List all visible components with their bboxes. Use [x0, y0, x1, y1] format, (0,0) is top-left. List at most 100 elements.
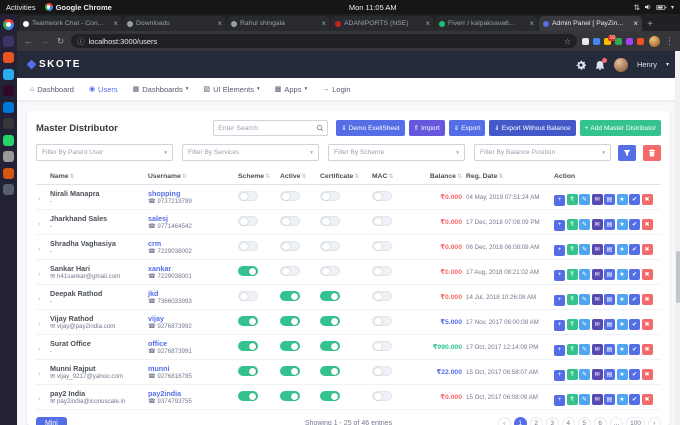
message-action-button[interactable]: ✉ [591, 194, 603, 205]
report-action-button[interactable]: ▤ [604, 194, 615, 205]
notifications-button[interactable] [595, 57, 607, 70]
balance-action-button[interactable]: ₹ [566, 269, 578, 280]
column-header-certificate[interactable]: Certificate⇅ [318, 169, 370, 185]
edit-action-button[interactable]: ✎ [579, 219, 590, 230]
message-action-button[interactable]: ✉ [591, 269, 603, 280]
apply-filter-button[interactable] [618, 144, 636, 161]
username-link[interactable]: office [148, 339, 234, 348]
certificate-toggle[interactable] [320, 266, 340, 276]
extension-icon[interactable] [615, 37, 622, 45]
terminal-icon[interactable] [3, 85, 14, 96]
filter-by-balance-position-select[interactable]: Filter By Balance Position ▾ [474, 144, 611, 161]
active-toggle[interactable] [280, 191, 300, 201]
report-action-button[interactable]: ▤ [604, 294, 615, 305]
page-ellipsis[interactable]: ... [609, 417, 624, 425]
scheme-action-button[interactable]: ★ [616, 369, 628, 380]
report-action-button[interactable]: ▤ [604, 394, 615, 405]
message-action-button[interactable]: ✉ [591, 294, 603, 305]
mac-toggle[interactable] [372, 391, 392, 401]
delete-action-button[interactable]: ✖ [641, 219, 653, 230]
page-button[interactable]: 3 [545, 417, 559, 425]
delete-action-button[interactable]: ✖ [641, 194, 653, 205]
certificate-toggle[interactable] [320, 366, 340, 376]
mac-toggle[interactable] [372, 191, 392, 201]
username-link[interactable]: pay2india [148, 389, 234, 398]
bookmark-icon[interactable]: ☆ [564, 37, 571, 46]
username-link[interactable]: crm [148, 239, 234, 248]
delete-action-button[interactable]: ✖ [641, 244, 653, 255]
username-link[interactable]: munni [148, 364, 234, 373]
chrome-icon[interactable] [3, 19, 14, 30]
expand-row-icon[interactable]: › [38, 196, 40, 203]
site-info-icon[interactable]: ⓘ [77, 36, 85, 47]
scheme-action-button[interactable]: ★ [616, 244, 628, 255]
column-header-balance[interactable]: Balance⇅ [410, 169, 464, 185]
scheme-toggle[interactable] [238, 216, 258, 226]
report-action-button[interactable]: ▤ [604, 219, 615, 230]
tab-close-icon[interactable]: × [529, 19, 534, 28]
browser-tab[interactable]: ADANIPORTS (NSE) × [331, 16, 434, 31]
extension-icon[interactable] [593, 37, 600, 45]
mac-toggle[interactable] [372, 291, 392, 301]
balance-action-button[interactable]: ₹ [566, 244, 578, 255]
message-action-button[interactable]: ✉ [591, 319, 603, 330]
tab-close-icon[interactable]: × [113, 19, 118, 28]
add-action-button[interactable]: + [554, 194, 565, 206]
scheme-action-button[interactable]: ★ [616, 219, 628, 230]
column-header-active[interactable]: Active⇅ [278, 169, 318, 185]
verify-action-button[interactable]: ✔ [629, 344, 640, 355]
extension-icon[interactable] [637, 37, 644, 45]
column-header-mac[interactable]: MAC⇅ [370, 169, 410, 185]
add-action-button[interactable]: + [554, 319, 565, 331]
next-page-button[interactable]: › [648, 417, 661, 425]
active-toggle[interactable] [280, 216, 300, 226]
tab-close-icon[interactable]: × [321, 19, 326, 28]
verify-action-button[interactable]: ✔ [629, 369, 640, 380]
user-name-label[interactable]: Henry [637, 60, 657, 69]
expand-row-icon[interactable]: › [38, 346, 40, 353]
add-action-button[interactable]: + [554, 219, 565, 231]
message-action-button[interactable]: ✉ [591, 244, 603, 255]
clock[interactable]: Mon 11:05 AM [349, 3, 397, 12]
gear-icon[interactable] [576, 60, 586, 70]
report-action-button[interactable]: ▤ [604, 244, 615, 255]
active-app-label[interactable]: Google Chrome [44, 3, 112, 12]
scheme-toggle[interactable] [238, 341, 258, 351]
verify-action-button[interactable]: ✔ [629, 219, 640, 230]
expand-row-icon[interactable]: › [38, 246, 40, 253]
new-tab-button[interactable]: + [643, 17, 657, 31]
active-toggle[interactable] [280, 341, 300, 351]
filter-by-services-select[interactable]: Filter By Services ▾ [182, 144, 319, 161]
telegram-icon[interactable] [3, 68, 14, 80]
tab-close-icon[interactable]: × [633, 19, 638, 28]
delete-action-button[interactable]: ✖ [641, 344, 653, 355]
user-menu-caret-icon[interactable]: ▾ [666, 61, 669, 68]
browser-tab[interactable]: Fiverr / kalpaksava6... × [435, 16, 538, 31]
mac-toggle[interactable] [372, 366, 392, 376]
delete-action-button[interactable]: ✖ [641, 294, 653, 305]
clear-filter-button[interactable] [643, 144, 661, 161]
delete-action-button[interactable]: ✖ [641, 369, 653, 380]
browser-menu-icon[interactable]: ⋮ [665, 36, 674, 47]
expand-row-icon[interactable]: › [38, 271, 40, 278]
slack-icon[interactable] [3, 118, 14, 129]
add-action-button[interactable]: + [554, 344, 565, 356]
expand-row-icon[interactable]: › [38, 296, 40, 303]
certificate-toggle[interactable] [320, 341, 340, 351]
expand-row-icon[interactable]: › [38, 371, 40, 378]
verify-action-button[interactable]: ✔ [629, 394, 640, 405]
scheme-toggle[interactable] [238, 391, 258, 401]
delete-action-button[interactable]: ✖ [641, 319, 653, 330]
verify-action-button[interactable]: ✔ [629, 194, 640, 205]
active-toggle[interactable] [280, 241, 300, 251]
scheme-toggle[interactable] [238, 191, 258, 201]
report-action-button[interactable]: ▤ [604, 269, 615, 280]
scheme-toggle[interactable] [238, 241, 258, 251]
import-button[interactable]: ⇑ Import [408, 120, 445, 136]
user-avatar[interactable] [613, 57, 628, 72]
balance-action-button[interactable]: ₹ [566, 369, 578, 380]
message-action-button[interactable]: ✉ [591, 369, 603, 380]
extension-icon[interactable] [582, 37, 589, 45]
filter-by-scheme-select[interactable]: Filter By Scheme ▾ [328, 144, 465, 161]
balance-action-button[interactable]: ₹ [566, 294, 578, 305]
